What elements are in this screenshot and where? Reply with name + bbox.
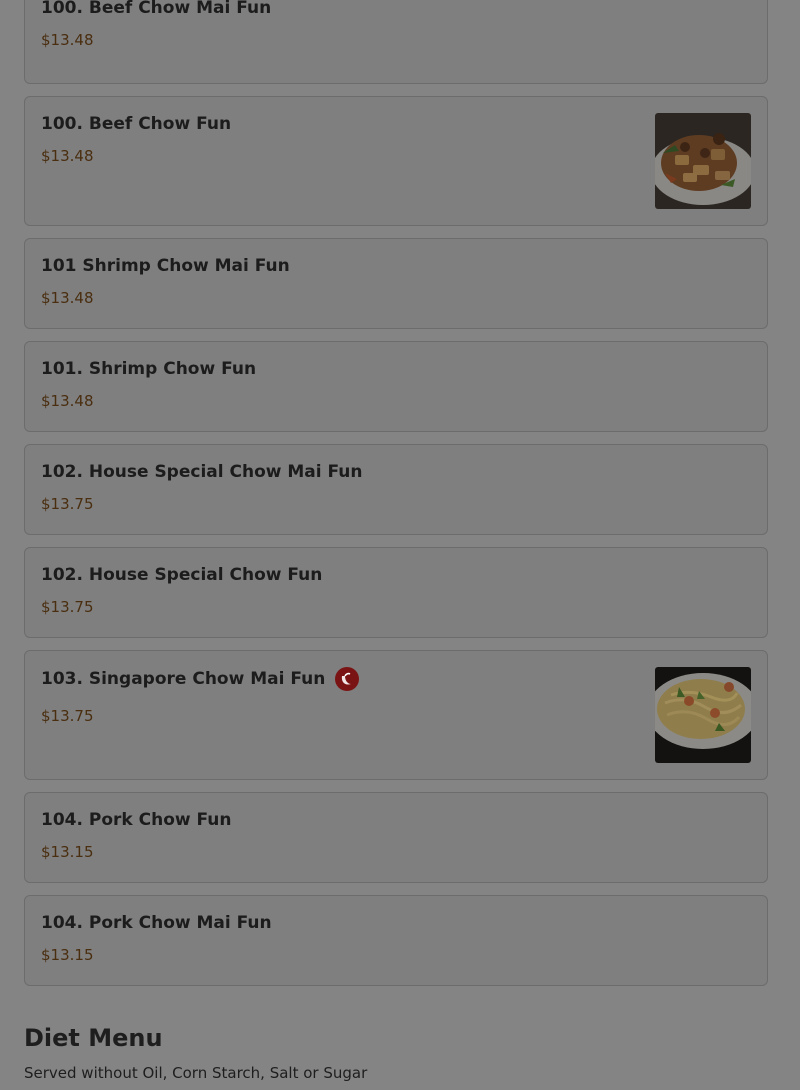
menu-item-name-row: 103. Singapore Chow Mai Fun — [41, 667, 751, 691]
menu-item-name: 104. Pork Chow Fun — [41, 810, 232, 830]
menu-item-price: $13.75 — [41, 495, 94, 513]
menu-item-name: 100. Beef Chow Fun — [41, 114, 232, 134]
menu-item-price: $13.48 — [41, 31, 94, 49]
menu-item-card[interactable]: 100. Beef Chow Mai Fun $13.48 — [24, 0, 768, 84]
menu-item-name: 102. House Special Chow Mai Fun — [41, 462, 363, 482]
section-description: Served without Oil, Corn Starch, Salt or… — [24, 1064, 368, 1082]
menu-item-name: 101. Shrimp Chow Fun — [41, 359, 257, 379]
singapore-chow-mai-fun-photo — [655, 667, 751, 763]
menu-item-name: 103. Singapore Chow Mai Fun — [41, 669, 326, 689]
menu-item-price: $13.75 — [41, 707, 94, 725]
menu-item-price: $13.75 — [41, 598, 94, 616]
menu-item-price: $13.15 — [41, 946, 94, 964]
menu-item-card[interactable]: 104. Pork Chow Mai Fun $13.15 — [24, 895, 768, 986]
section-title: Diet Menu — [24, 1024, 163, 1052]
menu-item-card[interactable]: 104. Pork Chow Fun $13.15 — [24, 792, 768, 883]
menu-item-card[interactable]: 103. Singapore Chow Mai Fun $13.75 — [24, 650, 768, 780]
menu-item-price: $13.48 — [41, 147, 94, 165]
menu-item-price: $13.48 — [41, 392, 94, 410]
menu-item-price: $13.15 — [41, 843, 94, 861]
menu-item-card[interactable]: 100. Beef Chow Fun $13.48 — [24, 96, 768, 226]
spicy-pepper-icon — [335, 667, 360, 691]
menu-item-card[interactable]: 102. House Special Chow Mai Fun $13.75 — [24, 444, 768, 535]
beef-chow-fun-photo — [655, 113, 751, 209]
menu-item-list: 100. Beef Chow Mai Fun $13.48 100. Beef … — [24, 0, 768, 998]
menu-item-card[interactable]: 101. Shrimp Chow Fun $13.48 — [24, 341, 768, 432]
menu-item-price: $13.48 — [41, 289, 94, 307]
menu-item-name: 104. Pork Chow Mai Fun — [41, 913, 272, 933]
menu-item-card[interactable]: 102. House Special Chow Fun $13.75 — [24, 547, 768, 638]
menu-item-name: 102. House Special Chow Fun — [41, 565, 323, 585]
menu-item-card[interactable]: 101 Shrimp Chow Mai Fun $13.48 — [24, 238, 768, 329]
menu-item-name: 100. Beef Chow Mai Fun — [41, 0, 272, 18]
menu-item-name: 101 Shrimp Chow Mai Fun — [41, 256, 290, 276]
